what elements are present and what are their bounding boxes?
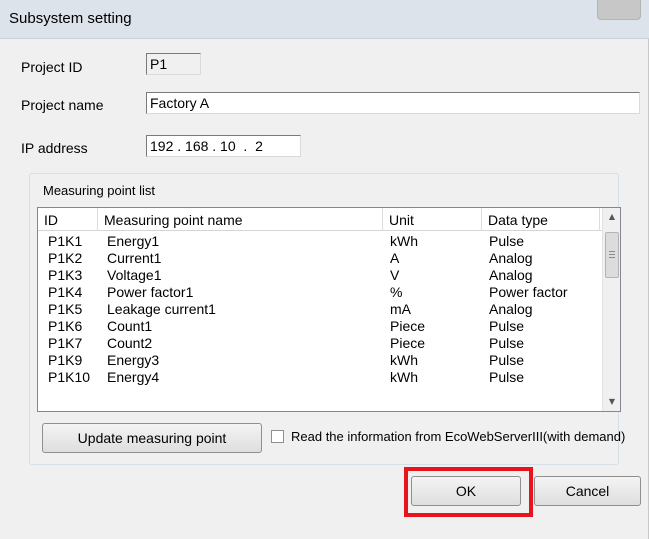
column-header-id[interactable]: ID [38,208,98,231]
row-unit: mA [390,301,411,317]
title-bar: Subsystem setting [0,0,649,39]
column-header-name[interactable]: Measuring point name [98,208,383,231]
ip-address-label: IP address [21,140,88,156]
row-unit: Piece [390,335,426,351]
thumb-grip-line [609,251,615,252]
row-unit: V [390,267,400,283]
list-scrollbar[interactable]: ▲ ▼ [602,208,620,411]
project-id-label: Project ID [21,59,83,75]
row-unit: kWh [390,352,418,368]
subsystem-setting-dialog: Subsystem setting Project ID P1 Project … [0,0,649,539]
row-name: Energy1 [107,233,160,249]
ok-highlight-box [404,467,533,517]
row-id: P1K4 [48,284,83,300]
row-data-type: Pulse [489,335,525,351]
thumb-grip-line [609,257,615,258]
project-id-field: P1 [146,53,201,75]
ip-address-input[interactable]: 192 . 168 . 10 . 2 [146,135,301,157]
column-header-unit[interactable]: Unit [383,208,482,231]
update-measuring-point-button[interactable]: Update measuring point [42,423,262,453]
row-data-type: Analog [489,250,533,266]
list-row[interactable]: P1K10 Energy4 kWh Pulse [38,369,603,386]
row-unit: Piece [390,318,426,334]
row-unit: % [390,284,403,300]
measuring-point-list-title: Measuring point list [43,183,155,198]
row-unit: kWh [390,233,418,249]
list-row[interactable]: P1K5 Leakage current1 mA Analog [38,301,603,318]
list-row[interactable]: P1K9 Energy3 kWh Pulse [38,352,603,369]
list-row[interactable]: P1K4 Power factor1 % Power factor [38,284,603,301]
window-title: Subsystem setting [9,10,132,27]
cancel-button[interactable]: Cancel [534,476,641,506]
list-row[interactable]: P1K3 Voltage1 V Analog [38,267,603,284]
row-id: P1K3 [48,267,83,283]
row-data-type: Pulse [489,369,525,385]
scrollbar-thumb[interactable] [605,232,619,278]
row-name: Energy4 [107,369,160,385]
read-info-checkbox[interactable] [271,430,284,443]
close-button[interactable] [597,0,641,20]
row-data-type: Pulse [489,318,525,334]
list-row[interactable]: P1K6 Count1 Piece Pulse [38,318,603,335]
list-row[interactable]: P1K2 Current1 A Analog [38,250,603,267]
project-name-input[interactable]: Factory A [146,92,640,114]
row-id: P1K5 [48,301,83,317]
measuring-point-list[interactable]: ID Measuring point name Unit Data type P… [37,207,621,412]
list-rows: P1K1 Energy1 kWh Pulse P1K2 Current1 A A… [38,233,603,386]
row-id: P1K10 [48,369,91,385]
list-header: ID Measuring point name Unit Data type [38,208,603,231]
list-row[interactable]: P1K7 Count2 Piece Pulse [38,335,603,352]
row-name: Current1 [107,250,162,266]
row-id: P1K7 [48,335,83,351]
list-row[interactable]: P1K1 Energy1 kWh Pulse [38,233,603,250]
row-name: Count1 [107,318,153,334]
row-name: Leakage current1 [107,301,216,317]
row-data-type: Pulse [489,352,525,368]
row-name: Power factor1 [107,284,194,300]
row-data-type: Power factor [489,284,568,300]
row-data-type: Analog [489,301,533,317]
row-name: Energy3 [107,352,160,368]
project-name-label: Project name [21,97,104,113]
row-name: Voltage1 [107,267,162,283]
row-data-type: Pulse [489,233,525,249]
row-id: P1K9 [48,352,83,368]
scroll-up-arrow-icon[interactable]: ▲ [603,208,620,226]
row-unit: A [390,250,400,266]
row-unit: kWh [390,369,418,385]
column-header-data-type[interactable]: Data type [482,208,600,231]
row-data-type: Analog [489,267,533,283]
thumb-grip-line [609,254,615,255]
row-id: P1K2 [48,250,83,266]
read-info-checkbox-label: Read the information from EcoWebServerII… [291,429,626,444]
row-id: P1K6 [48,318,83,334]
row-name: Count2 [107,335,153,351]
scroll-down-arrow-icon[interactable]: ▼ [603,393,620,411]
row-id: P1K1 [48,233,83,249]
